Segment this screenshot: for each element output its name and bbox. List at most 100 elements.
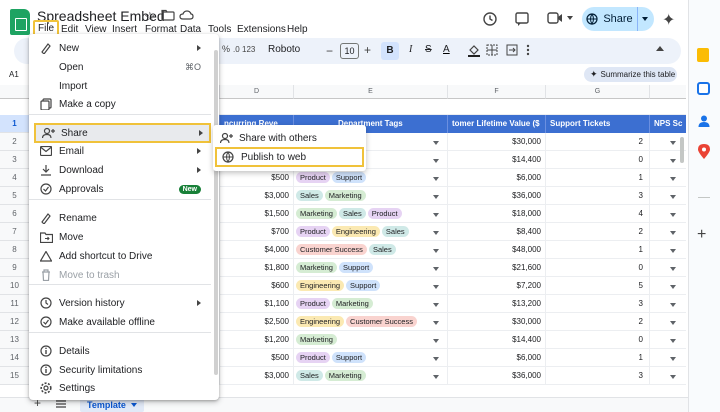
tags-cell[interactable]: Marketing <box>294 331 448 349</box>
row-number[interactable]: 8 <box>0 241 30 259</box>
tag-dropdown-icon[interactable] <box>433 195 439 199</box>
header-cell-f[interactable]: tomer Lifetime Value ($ <box>448 115 546 133</box>
menu-help[interactable]: Help <box>285 23 310 36</box>
ltv-cell[interactable]: $8,400 <box>448 223 546 241</box>
tags-cell[interactable]: Sales Marketing <box>294 187 448 205</box>
revenue-cell[interactable]: $1,500 <box>220 205 294 223</box>
maps-icon[interactable] <box>698 144 710 160</box>
column-header-h[interactable] <box>650 85 686 99</box>
tasks-icon[interactable] <box>697 82 710 95</box>
row-number[interactable]: 14 <box>0 349 30 367</box>
column-header-f[interactable]: F <box>448 85 546 99</box>
nps-cell[interactable] <box>650 349 686 367</box>
file-menu-make-available-offline[interactable]: Make available offline <box>29 313 211 331</box>
comments-icon[interactable] <box>514 11 530 27</box>
tags-cell[interactable]: Customer Success Sales <box>294 241 448 259</box>
ltv-cell[interactable]: $6,000 <box>448 349 546 367</box>
revenue-cell[interactable]: $2,500 <box>220 313 294 331</box>
file-menu-download[interactable]: Download <box>29 161 211 179</box>
revenue-cell[interactable]: $1,200 <box>220 331 294 349</box>
row-number[interactable]: 7 <box>0 223 30 241</box>
grid-scrollbar[interactable] <box>680 137 684 163</box>
bold-button[interactable]: B <box>381 42 399 60</box>
tickets-cell[interactable]: 1 <box>546 241 650 259</box>
tickets-cell[interactable]: 2 <box>546 133 650 151</box>
more-options-icon[interactable] <box>526 44 530 56</box>
tickets-cell[interactable]: 4 <box>546 205 650 223</box>
tag-dropdown-icon[interactable] <box>433 159 439 163</box>
file-menu-import[interactable]: Import <box>29 77 211 95</box>
tag-dropdown-icon[interactable] <box>433 357 439 361</box>
revenue-cell[interactable]: $3,000 <box>220 367 294 385</box>
row-number[interactable]: 4 <box>0 169 30 187</box>
revenue-cell[interactable]: $1,800 <box>220 259 294 277</box>
row-number[interactable]: 10 <box>0 277 30 295</box>
file-menu-security-limitations[interactable]: Security limitations <box>29 361 211 379</box>
tags-cell[interactable]: Engineering Customer Success <box>294 313 448 331</box>
column-header-e[interactable]: E <box>294 85 448 99</box>
percent-format-icon[interactable]: % <box>222 44 230 54</box>
ltv-cell[interactable]: $36,000 <box>448 367 546 385</box>
tag-dropdown-icon[interactable] <box>433 177 439 181</box>
tag-dropdown-icon[interactable] <box>433 231 439 235</box>
row-number[interactable]: 6 <box>0 205 30 223</box>
contacts-icon[interactable] <box>697 114 711 128</box>
tag-dropdown-icon[interactable] <box>433 339 439 343</box>
file-menu-email[interactable]: Email <box>29 142 211 160</box>
tag-dropdown-icon[interactable] <box>433 213 439 217</box>
nps-cell[interactable] <box>650 313 686 331</box>
row-number[interactable]: 13 <box>0 331 30 349</box>
revenue-cell[interactable]: $500 <box>220 349 294 367</box>
revenue-cell[interactable]: $600 <box>220 277 294 295</box>
tags-cell[interactable]: Engineering Support <box>294 277 448 295</box>
meet-button[interactable] <box>547 11 573 25</box>
share-button[interactable]: Share <box>582 7 654 31</box>
tickets-cell[interactable]: 1 <box>546 349 650 367</box>
ltv-cell[interactable]: $21,600 <box>448 259 546 277</box>
column-header-g[interactable]: G <box>546 85 650 99</box>
move-folder-icon[interactable] <box>161 9 175 21</box>
nps-cell[interactable] <box>650 367 686 385</box>
merge-cells-icon[interactable] <box>506 44 518 56</box>
format-123-button[interactable]: 123 <box>242 45 255 54</box>
decrease-font-size-icon[interactable]: − <box>326 44 333 58</box>
revenue-cell[interactable]: $4,000 <box>220 241 294 259</box>
nps-cell[interactable] <box>650 331 686 349</box>
tags-cell[interactable]: Product Marketing <box>294 295 448 313</box>
nps-cell[interactable] <box>650 259 686 277</box>
nps-cell[interactable] <box>650 223 686 241</box>
all-sheets-icon[interactable] <box>56 400 66 408</box>
tickets-cell[interactable]: 2 <box>546 313 650 331</box>
tickets-cell[interactable]: 0 <box>546 331 650 349</box>
ltv-cell[interactable]: $48,000 <box>448 241 546 259</box>
row-number[interactable]: 12 <box>0 313 30 331</box>
text-color-icon[interactable]: A <box>443 44 450 55</box>
nps-cell[interactable] <box>650 295 686 313</box>
file-menu-make-a-copy[interactable]: Make a copy <box>29 95 211 113</box>
sheet-tab-template[interactable]: Template <box>80 398 144 412</box>
ltv-cell[interactable]: $14,400 <box>448 331 546 349</box>
tags-cell[interactable]: Product Support <box>294 169 448 187</box>
tag-dropdown-icon[interactable] <box>433 141 439 145</box>
cell-reference[interactable]: A1 <box>9 70 19 79</box>
tags-cell[interactable]: Product Support <box>294 349 448 367</box>
file-menu-add-shortcut[interactable]: Add shortcut to Drive <box>29 247 211 265</box>
header-cell-h[interactable]: NPS Sc <box>650 115 686 133</box>
summarize-button[interactable]: ✦ Summarize this table <box>584 67 677 82</box>
revenue-cell[interactable]: $1,100 <box>220 295 294 313</box>
file-menu-open[interactable]: Open ⌘O <box>29 58 211 76</box>
ltv-cell[interactable]: $6,000 <box>448 169 546 187</box>
borders-icon[interactable] <box>486 44 498 56</box>
strikethrough-icon[interactable]: S <box>425 44 432 55</box>
font-size-input[interactable]: 10 <box>340 43 359 59</box>
tag-dropdown-icon[interactable] <box>433 285 439 289</box>
tickets-cell[interactable]: 1 <box>546 169 650 187</box>
add-addon-icon[interactable]: + <box>697 226 706 244</box>
keep-icon[interactable] <box>697 48 709 62</box>
file-menu-move-to-trash[interactable]: Move to trash <box>29 266 211 284</box>
ltv-cell[interactable]: $7,200 <box>448 277 546 295</box>
file-menu-version-history[interactable]: Version history <box>29 294 211 312</box>
file-menu-new[interactable]: New <box>29 39 211 57</box>
tags-cell[interactable]: Marketing Sales Product <box>294 205 448 223</box>
publish-to-web-item[interactable]: Publish to web <box>215 147 364 167</box>
